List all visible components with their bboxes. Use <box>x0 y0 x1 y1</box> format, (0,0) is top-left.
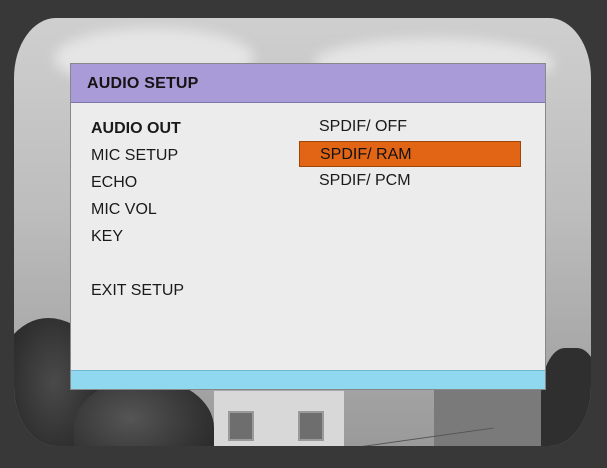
building-window <box>298 411 324 441</box>
menu-item-mic-setup[interactable]: MIC SETUP <box>91 147 178 165</box>
background-building <box>434 390 544 446</box>
building-window <box>228 411 254 441</box>
menu-item-mic-vol[interactable]: MIC VOL <box>91 201 157 219</box>
audio-setup-panel: AUDIO SETUP AUDIO OUT MIC SETUP ECHO MIC… <box>70 63 546 390</box>
menu-item-exit-setup[interactable]: EXIT SETUP <box>91 282 184 300</box>
panel-header: AUDIO SETUP <box>71 64 545 103</box>
option-spdif-ram[interactable]: SPDIF/ RAM <box>299 141 521 167</box>
menu-item-echo[interactable]: ECHO <box>91 174 137 192</box>
background-tree <box>541 348 591 446</box>
option-spdif-off[interactable]: SPDIF/ OFF <box>299 114 521 140</box>
menu-item-key[interactable]: KEY <box>91 228 123 246</box>
panel-title: AUDIO SETUP <box>87 75 199 92</box>
background-building <box>214 388 344 446</box>
panel-footer-bar <box>71 370 545 389</box>
menu-item-audio-out[interactable]: AUDIO OUT <box>91 120 181 138</box>
tv-bezel: AUDIO SETUP AUDIO OUT MIC SETUP ECHO MIC… <box>0 0 607 468</box>
option-spdif-pcm[interactable]: SPDIF/ PCM <box>299 168 521 194</box>
